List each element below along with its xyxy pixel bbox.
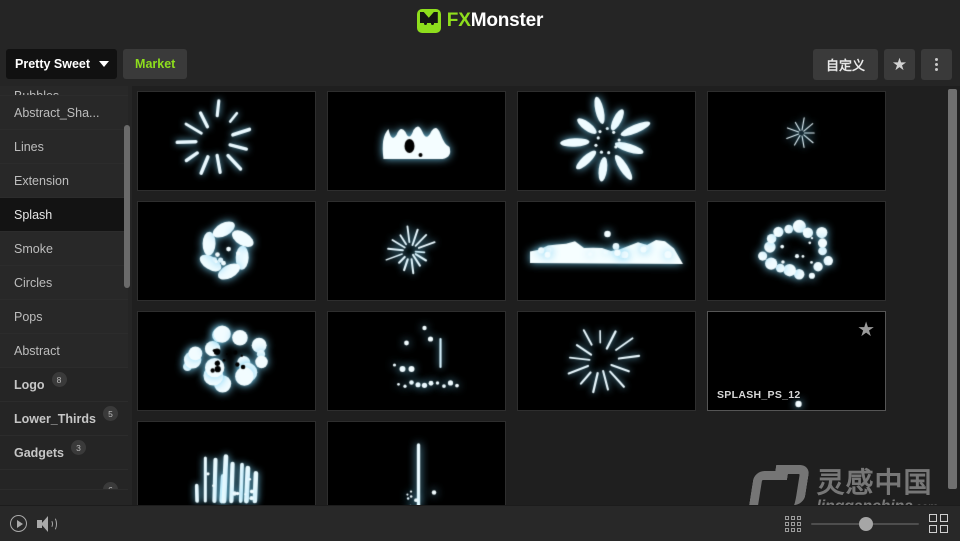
thumbnail-item[interactable]: [137, 201, 316, 301]
thumbnail-preview: [328, 92, 505, 190]
monster-icon: [416, 9, 441, 33]
sidebar: Bubbles Abstract_Sha... Lines Extension Spla…: [0, 86, 128, 505]
slider-knob[interactable]: [859, 516, 873, 531]
playback-controls: [10, 515, 57, 532]
sidebar-item-gadgets[interactable]: Gadgets 3: [0, 436, 128, 470]
sidebar-item-clipped-bottom[interactable]: 6: [0, 470, 128, 490]
customize-button-label: 自定义: [825, 57, 865, 73]
thumbnail-item[interactable]: [327, 201, 506, 301]
thumbnail-item[interactable]: [327, 311, 506, 411]
volume-icon[interactable]: [37, 515, 57, 532]
star-icon: ★: [891, 54, 908, 74]
sidebar-item-badge: 3: [71, 440, 87, 455]
thumbnail-preview: [138, 422, 315, 505]
app-title: FXMonster: [446, 10, 544, 32]
thumbnail-item[interactable]: [327, 421, 506, 505]
sidebar-item-badge: 6: [103, 482, 118, 489]
thumbnail-preview: [518, 202, 695, 300]
sidebar-item-label: Lower_Thirds: [14, 411, 96, 426]
sidebar-item-logo[interactable]: Logo 8: [0, 368, 128, 402]
thumbnail-size-slider[interactable]: [811, 516, 919, 531]
thumbnail-panel: ★ SPLASH_PS_12: [132, 86, 960, 505]
sidebar-item-lines[interactable]: Lines: [0, 130, 128, 164]
sidebar-item-extension[interactable]: Extension: [0, 164, 128, 198]
bottom-bar: [0, 505, 960, 541]
sidebar-item-badge: 8: [51, 372, 67, 387]
thumbnail-item[interactable]: [137, 91, 316, 191]
thumbnail-preview: [518, 312, 695, 410]
thumbnail-item[interactable]: [517, 91, 696, 191]
sidebar-item-label: Logo: [14, 377, 45, 392]
thumbnail-item[interactable]: [327, 91, 506, 191]
grid-small-icon[interactable]: [785, 515, 801, 532]
thumbnail-item[interactable]: [707, 201, 886, 301]
thumbnail-preview: [328, 202, 505, 300]
thumbnail-preview: [518, 92, 695, 190]
thumbnail-preview: [328, 312, 505, 410]
play-circle-icon[interactable]: [10, 515, 27, 532]
view-controls: [785, 514, 948, 533]
sidebar-item-label: Pops: [14, 309, 43, 324]
sidebar-item-label: Bubbles: [14, 89, 60, 96]
project-dropdown-label: Pretty Sweet: [15, 57, 91, 71]
toolbar-actions: 自定义 ★: [812, 48, 952, 80]
thumbnail-preview: [708, 92, 885, 190]
app-title-monster: Monster: [470, 10, 544, 31]
thumbnail-item[interactable]: [707, 91, 886, 191]
app-logo: FXMonster: [416, 9, 544, 33]
star-icon[interactable]: ★: [857, 320, 875, 340]
market-button-label: Market: [135, 57, 176, 71]
thumbnail-preview: [328, 422, 505, 505]
sidebar-item-bubbles-clipped[interactable]: Bubbles: [0, 86, 128, 96]
sidebar-item-label: Lines: [14, 139, 44, 154]
chevron-down-icon: [99, 61, 110, 67]
sidebar-item-abstract-sha[interactable]: Abstract_Sha...: [0, 96, 128, 130]
grid-large-icon[interactable]: [929, 514, 948, 533]
customize-button[interactable]: 自定义: [812, 48, 878, 80]
thumbnail-item[interactable]: [517, 201, 696, 301]
sidebar-item-label: Circles: [14, 275, 53, 290]
sidebar-item-label: Abstract_Sha...: [14, 105, 100, 120]
market-button[interactable]: Market: [123, 49, 188, 79]
project-dropdown[interactable]: Pretty Sweet: [6, 49, 118, 79]
sidebar-item-label: Splash: [14, 207, 53, 222]
thumbnail-grid: ★ SPLASH_PS_12: [137, 91, 949, 505]
favorites-button[interactable]: ★: [884, 48, 915, 80]
sidebar-item-lower-thirds[interactable]: Lower_Thirds 5: [0, 402, 128, 436]
sidebar-item-abstract[interactable]: Abstract: [0, 334, 128, 368]
sidebar-item-label: Abstract: [14, 343, 60, 358]
fxmonster-app: FXMonster Pretty Sweet Market 自定义 ★ Bubb…: [0, 0, 960, 541]
sidebar-item-splash[interactable]: Splash: [0, 198, 128, 232]
thumbnail-item[interactable]: [137, 421, 316, 505]
thumbnail-item[interactable]: [137, 311, 316, 411]
app-title-fx: FX: [446, 10, 471, 31]
sidebar-item-label: Gadgets: [14, 445, 65, 460]
thumbnail-item[interactable]: ★ SPLASH_PS_12: [707, 311, 886, 411]
sidebar-item-badge: 5: [102, 406, 118, 421]
sidebar-item-label: Extension: [14, 173, 69, 188]
toolbar: Pretty Sweet Market 自定义 ★: [0, 42, 960, 86]
sidebar-scrollbar[interactable]: [124, 125, 130, 288]
app-header: FXMonster: [0, 0, 960, 42]
thumbnail-preview: [138, 92, 315, 190]
thumbnail-item[interactable]: [517, 311, 696, 411]
thumbnail-preview: [138, 312, 315, 410]
more-vertical-icon: [935, 57, 938, 71]
sidebar-item-label: Smoke: [14, 241, 53, 256]
sidebar-item-pops[interactable]: Pops: [0, 300, 128, 334]
sidebar-list: Bubbles Abstract_Sha... Lines Extension Spla…: [0, 86, 128, 490]
thumbnail-preview: [708, 202, 885, 300]
sidebar-item-smoke[interactable]: Smoke: [0, 232, 128, 266]
more-options-button[interactable]: [921, 48, 952, 80]
content-scrollbar[interactable]: [948, 89, 957, 489]
thumbnail-label: SPLASH_PS_12: [717, 389, 801, 401]
sidebar-item-circles[interactable]: Circles: [0, 266, 128, 300]
thumbnail-preview: [138, 202, 315, 300]
